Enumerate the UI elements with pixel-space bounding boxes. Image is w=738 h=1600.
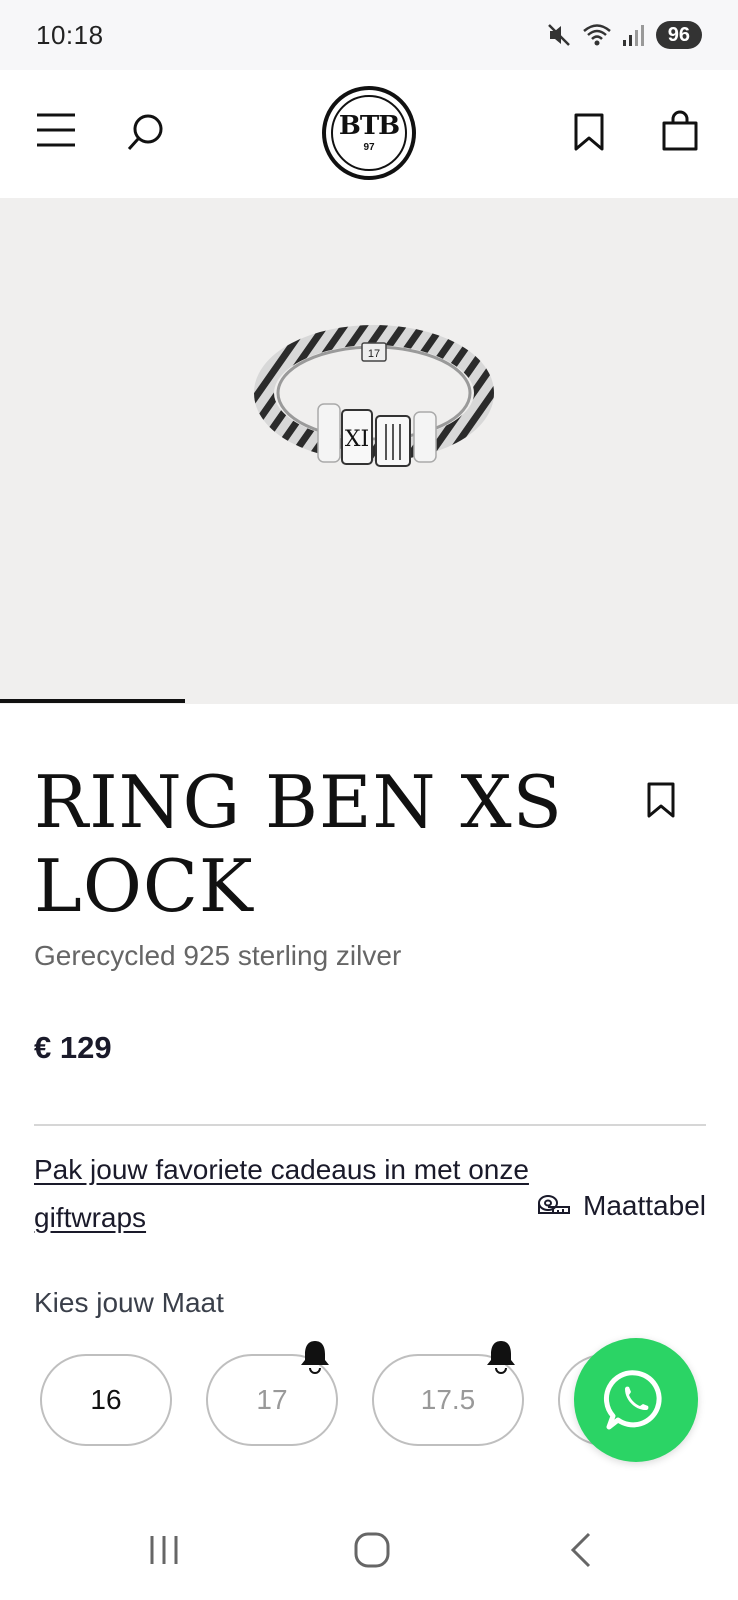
product-material: Gerecycled 925 sterling zilver bbox=[34, 940, 402, 971]
bookmark-icon bbox=[574, 113, 604, 151]
size-option-16[interactable]: 16 bbox=[40, 1354, 172, 1446]
add-to-wishlist-button[interactable] bbox=[644, 778, 678, 822]
wishlist-button[interactable] bbox=[572, 110, 606, 154]
notify-bell-icon[interactable] bbox=[484, 1338, 518, 1374]
brand-logo[interactable]: BTB 97 bbox=[322, 86, 416, 180]
divider bbox=[34, 1124, 706, 1126]
size-chart-label: Maattabel bbox=[583, 1190, 706, 1221]
size-option-17[interactable]: 17 bbox=[206, 1341, 338, 1446]
size-option-label: 16 bbox=[90, 1384, 122, 1415]
home-icon bbox=[354, 1532, 390, 1568]
site-header: BTB 97 bbox=[0, 70, 738, 198]
logo-inner-ring: BTB 97 bbox=[331, 95, 407, 171]
whatsapp-icon bbox=[604, 1370, 662, 1430]
back-button[interactable] bbox=[540, 1518, 620, 1582]
size-option-17-5[interactable]: 17.5 bbox=[372, 1341, 524, 1446]
size-option-label: 17 bbox=[256, 1384, 288, 1415]
svg-text:17: 17 bbox=[368, 348, 380, 360]
logo-text: BTB bbox=[338, 111, 400, 141]
system-navigation-bar bbox=[0, 1500, 738, 1600]
recent-apps-icon bbox=[150, 1536, 178, 1564]
recent-apps-button[interactable] bbox=[124, 1518, 204, 1582]
cart-button[interactable] bbox=[660, 108, 700, 154]
search-button[interactable] bbox=[124, 110, 168, 154]
status-time: 10:18 bbox=[36, 19, 104, 50]
size-option-label: 17.5 bbox=[420, 1384, 476, 1415]
battery-indicator: 96 bbox=[655, 21, 702, 49]
giftwrap-link[interactable]: Pak jouw favoriete cadeaus in met onze g… bbox=[34, 1146, 614, 1242]
ring-image: 17 XI bbox=[254, 325, 494, 467]
signal-icon bbox=[622, 25, 644, 46]
status-icons: 96 bbox=[546, 21, 702, 49]
shopping-bag-icon bbox=[662, 110, 698, 151]
product-image-gallery[interactable]: 17 XI bbox=[0, 198, 738, 704]
product-title: RING BEN XS LOCK bbox=[34, 760, 563, 928]
notify-bell-icon[interactable] bbox=[298, 1338, 332, 1374]
whatsapp-chat-button[interactable] bbox=[574, 1338, 698, 1462]
status-bar: 10:18 96 bbox=[0, 0, 738, 70]
wifi-icon bbox=[582, 24, 611, 46]
mute-icon bbox=[547, 24, 570, 46]
size-chart-link[interactable]: Maattabel bbox=[537, 1190, 706, 1222]
gallery-progress-indicator bbox=[0, 699, 185, 703]
menu-icon bbox=[37, 113, 75, 147]
measuring-tape-icon bbox=[538, 1195, 571, 1214]
svg-text:XI: XI bbox=[345, 427, 369, 452]
search-icon bbox=[127, 114, 163, 151]
home-button[interactable] bbox=[332, 1518, 412, 1582]
back-icon bbox=[570, 1532, 591, 1568]
menu-button[interactable] bbox=[34, 110, 78, 150]
product-price: € 129 bbox=[34, 1030, 112, 1065]
logo-number: 97 bbox=[363, 142, 375, 153]
size-selector-label: Kies jouw Maat bbox=[34, 1287, 224, 1318]
bookmark-icon bbox=[647, 782, 675, 818]
